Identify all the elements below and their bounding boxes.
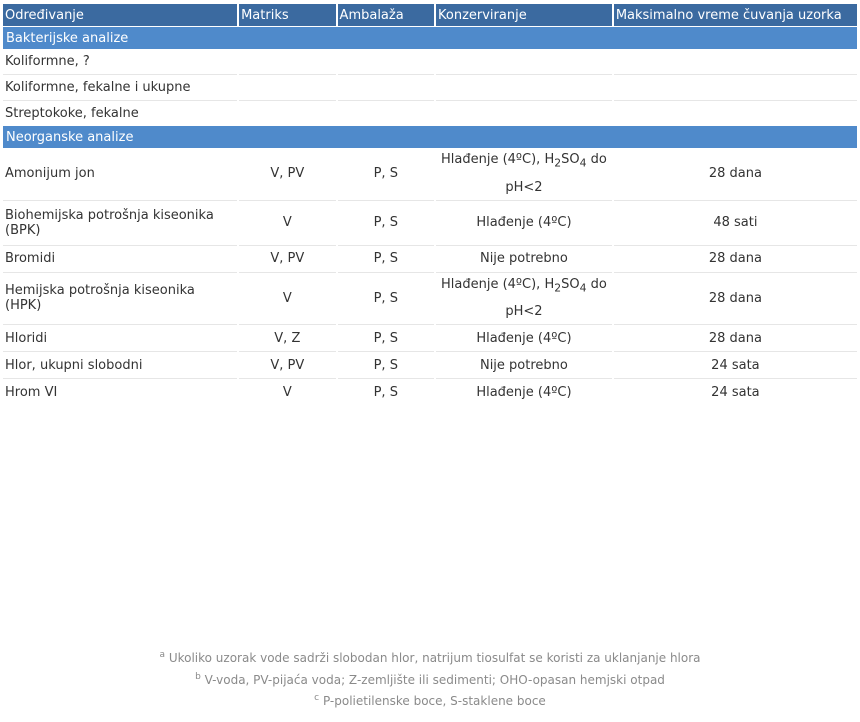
cell-packaging: P, S <box>337 246 434 273</box>
conservation-text: pH<2 <box>505 304 543 320</box>
cell-empty <box>239 49 336 75</box>
cell-time: 28 dana <box>613 273 857 326</box>
cell-name: Streptokoke, fekalne <box>5 106 139 121</box>
cell-empty <box>239 101 335 126</box>
cell-name: Hloridi <box>3 325 238 353</box>
footnote-text: V-voda, PV-pijaća voda; Z-zemljište ili … <box>204 673 665 687</box>
cell-time: 28 dana <box>613 246 857 273</box>
footnote-text: P-polietilenske boce, S-staklene boce <box>322 694 546 708</box>
section-row-inorganic: Neorganske analize <box>3 126 857 148</box>
cell-name: Hrom VI <box>5 384 58 400</box>
cell-time: 24 sata <box>613 352 857 380</box>
header-matriks: Matriks <box>239 4 336 27</box>
cell-name: Koliformne, fekalne i ukupne <box>3 75 238 101</box>
header-ambalaza: Ambalaža <box>337 4 434 27</box>
cell-empty <box>614 101 857 126</box>
footnote-a: a Ukoliko uzorak vode sadrži slobodan hl… <box>0 650 860 665</box>
cell-name: Biohemijska potrošnja kiseonika (BPK) <box>3 201 238 246</box>
cell-matrix: V, Z <box>239 325 336 353</box>
cell-time: 48 sati <box>613 201 857 246</box>
conservation-text: do <box>586 152 607 167</box>
header-vreme-cuvanja: Maksimalno vreme čuvanja uzorka <box>613 4 857 27</box>
table-row: Hlor, ukupni slobodni V, PV P, S Nije po… <box>3 352 857 380</box>
cell-empty <box>239 75 336 101</box>
table-row: Bromidi V, PV P, S Nije potrebno 28 dana <box>3 246 857 273</box>
footnote-mark: b <box>195 672 201 682</box>
cell-packaging: P, S <box>337 352 434 380</box>
table-row: Hloridi V, Z P, S Hlađenje (4ºC) 28 dana <box>3 325 857 353</box>
cell-empty <box>337 75 434 101</box>
cell-conservation: Hlađenje (4ºC) <box>436 201 612 246</box>
footnote-text: Ukoliko uzorak vode sadrži slobodan hlor… <box>168 651 701 665</box>
cell-matrix: V <box>282 384 292 400</box>
table-row: Koliformne, fekalne i ukupne <box>3 75 857 101</box>
cell-packaging: P, S <box>337 325 434 353</box>
cell-conservation: Hlađenje (4ºC) <box>476 384 572 400</box>
conservation-text: pH<2 <box>505 179 543 195</box>
conservation-text: Hlađenje (4ºC), H <box>440 152 555 167</box>
cell-conservation: Hlađenje (4ºC), H2SO4 do pH<2 <box>436 148 612 201</box>
cell-packaging: P, S <box>337 148 434 201</box>
table-row: Amonijum jon V, PV P, S Hlađenje (4ºC), … <box>3 148 857 201</box>
cell-matrix: V <box>239 201 336 246</box>
sample-preservation-table: Određivanje Matriks Ambalaža Konzerviran… <box>1 4 859 405</box>
cell-empty <box>613 49 857 75</box>
cell-name: Amonijum jon <box>3 148 238 201</box>
cell-name: Hlor, ukupni slobodni <box>3 352 238 380</box>
cell-name: Bromidi <box>3 246 238 273</box>
table-row: Hrom VI V P, S Hlađenje (4ºC) 24 sata <box>3 379 857 405</box>
table-header-row: Određivanje Matriks Ambalaža Konzerviran… <box>3 4 857 27</box>
cell-packaging: P, S <box>373 384 398 400</box>
cell-time: 28 dana <box>613 325 857 353</box>
conservation-text: Hlađenje (4ºC), H <box>440 276 555 292</box>
cell-empty <box>436 75 612 101</box>
cell-matrix: V, PV <box>239 352 336 380</box>
conservation-text: SO <box>561 276 580 292</box>
cell-matrix: V <box>239 273 336 326</box>
footnote-c: c P-polietilenske boce, S-staklene boce <box>0 693 860 708</box>
table-row: Streptokoke, fekalne <box>3 101 857 126</box>
cell-empty <box>436 101 612 126</box>
cell-name: Koliformne, ? <box>3 49 238 75</box>
section-row-bacterial: Bakterijske analize <box>3 27 857 49</box>
cell-packaging: P, S <box>337 201 434 246</box>
cell-empty <box>338 101 434 126</box>
cell-empty <box>613 75 857 101</box>
cell-time: 24 sata <box>711 384 760 400</box>
cell-conservation: Nije potrebno <box>436 246 612 273</box>
cell-name: Hemijska potrošnja kiseonika (HPK) <box>3 273 238 326</box>
cell-matrix: V, PV <box>239 246 336 273</box>
conservation-text: do <box>586 276 607 292</box>
cell-packaging: P, S <box>337 273 434 326</box>
cell-conservation: Hlađenje (4ºC), H2SO4 do pH<2 <box>436 273 612 326</box>
cell-conservation: Nije potrebno <box>436 352 612 380</box>
section-title: Neorganske analize <box>3 126 857 148</box>
footnote-b: b V-voda, PV-pijaća voda; Z-zemljište il… <box>0 672 860 687</box>
subscript: 4 <box>579 281 587 295</box>
cell-matrix: V, PV <box>239 148 336 201</box>
cell-conservation: Hlađenje (4ºC) <box>436 325 612 353</box>
header-odredjivanje: Određivanje <box>3 4 238 27</box>
footnote-mark: a <box>159 650 165 660</box>
footnote-mark: c <box>314 693 320 703</box>
cell-empty <box>436 49 612 75</box>
conservation-text: SO <box>561 152 580 167</box>
cell-empty <box>337 49 434 75</box>
subscript: 4 <box>579 156 587 170</box>
table-row: Hemijska potrošnja kiseonika (HPK) V P, … <box>3 273 857 326</box>
section-title: Bakterijske analize <box>3 27 857 49</box>
table-row: Koliformne, ? <box>3 49 857 75</box>
cell-time: 28 dana <box>613 148 857 201</box>
header-konzerviranje: Konzerviranje <box>436 4 612 27</box>
table-row: Biohemijska potrošnja kiseonika (BPK) V … <box>3 201 857 246</box>
